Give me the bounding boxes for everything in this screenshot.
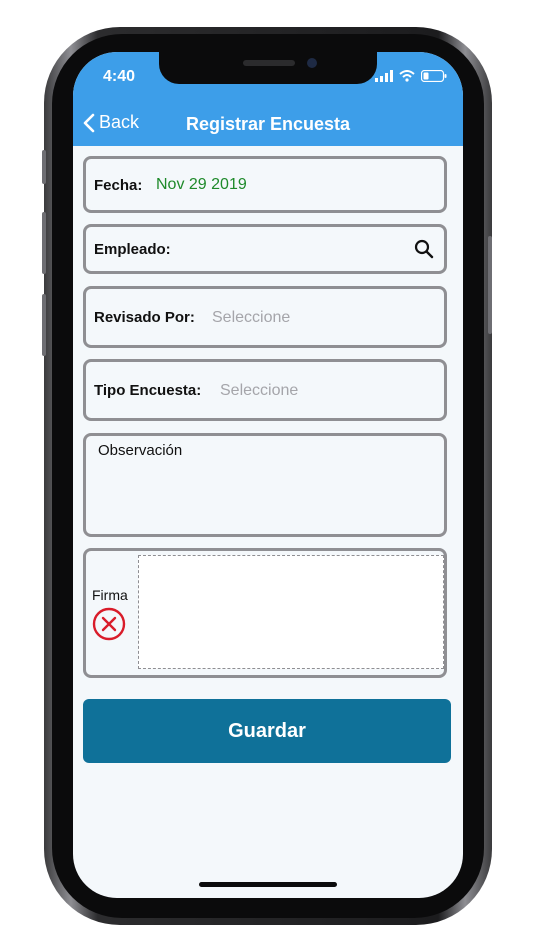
revisado-por-field[interactable]: Revisado Por: Seleccione	[83, 286, 447, 348]
fecha-field[interactable]: Fecha: Nov 29 2019	[83, 156, 447, 213]
mute-switch	[42, 150, 46, 184]
revisado-por-label: Revisado Por:	[94, 309, 195, 326]
clear-x-icon[interactable]	[92, 607, 126, 641]
revisado-por-placeholder: Seleccione	[212, 309, 291, 326]
firma-field: Firma	[83, 548, 447, 678]
home-indicator[interactable]	[199, 882, 337, 887]
fecha-value: Nov 29 2019	[156, 176, 247, 193]
screen: 4:40 Back Registrar Encuesta Fecha: Nov …	[73, 52, 463, 898]
volume-down-button	[42, 294, 46, 356]
status-bar: 4:40	[73, 52, 463, 104]
search-icon[interactable]	[414, 239, 434, 259]
empleado-label: Empleado:	[94, 241, 171, 258]
tipo-encuesta-placeholder: Seleccione	[220, 382, 299, 399]
observacion-label: Observación	[98, 442, 183, 459]
front-camera	[307, 58, 317, 68]
status-time: 4:40	[103, 68, 136, 85]
page-title: Registrar Encuesta	[185, 114, 351, 134]
status-icons	[375, 70, 447, 82]
tipo-encuesta-label: Tipo Encuesta:	[94, 382, 202, 399]
signature-pad[interactable]	[138, 555, 444, 669]
tipo-encuesta-field[interactable]: Tipo Encuesta: Seleccione	[83, 359, 447, 421]
observacion-field[interactable]: Observación	[83, 433, 447, 537]
firma-label: Firma	[92, 587, 128, 603]
battery-icon	[421, 70, 447, 82]
empleado-field[interactable]: Empleado:	[83, 224, 447, 274]
notch	[159, 52, 377, 84]
power-button	[488, 236, 492, 334]
volume-up-button	[42, 212, 46, 274]
wifi-icon	[399, 70, 415, 82]
save-button[interactable]: Guardar	[83, 699, 451, 763]
speaker	[243, 60, 295, 66]
fecha-label: Fecha:	[94, 177, 143, 194]
signal-icon	[375, 70, 393, 82]
nav-bar: Back Registrar Encuesta	[73, 104, 463, 146]
